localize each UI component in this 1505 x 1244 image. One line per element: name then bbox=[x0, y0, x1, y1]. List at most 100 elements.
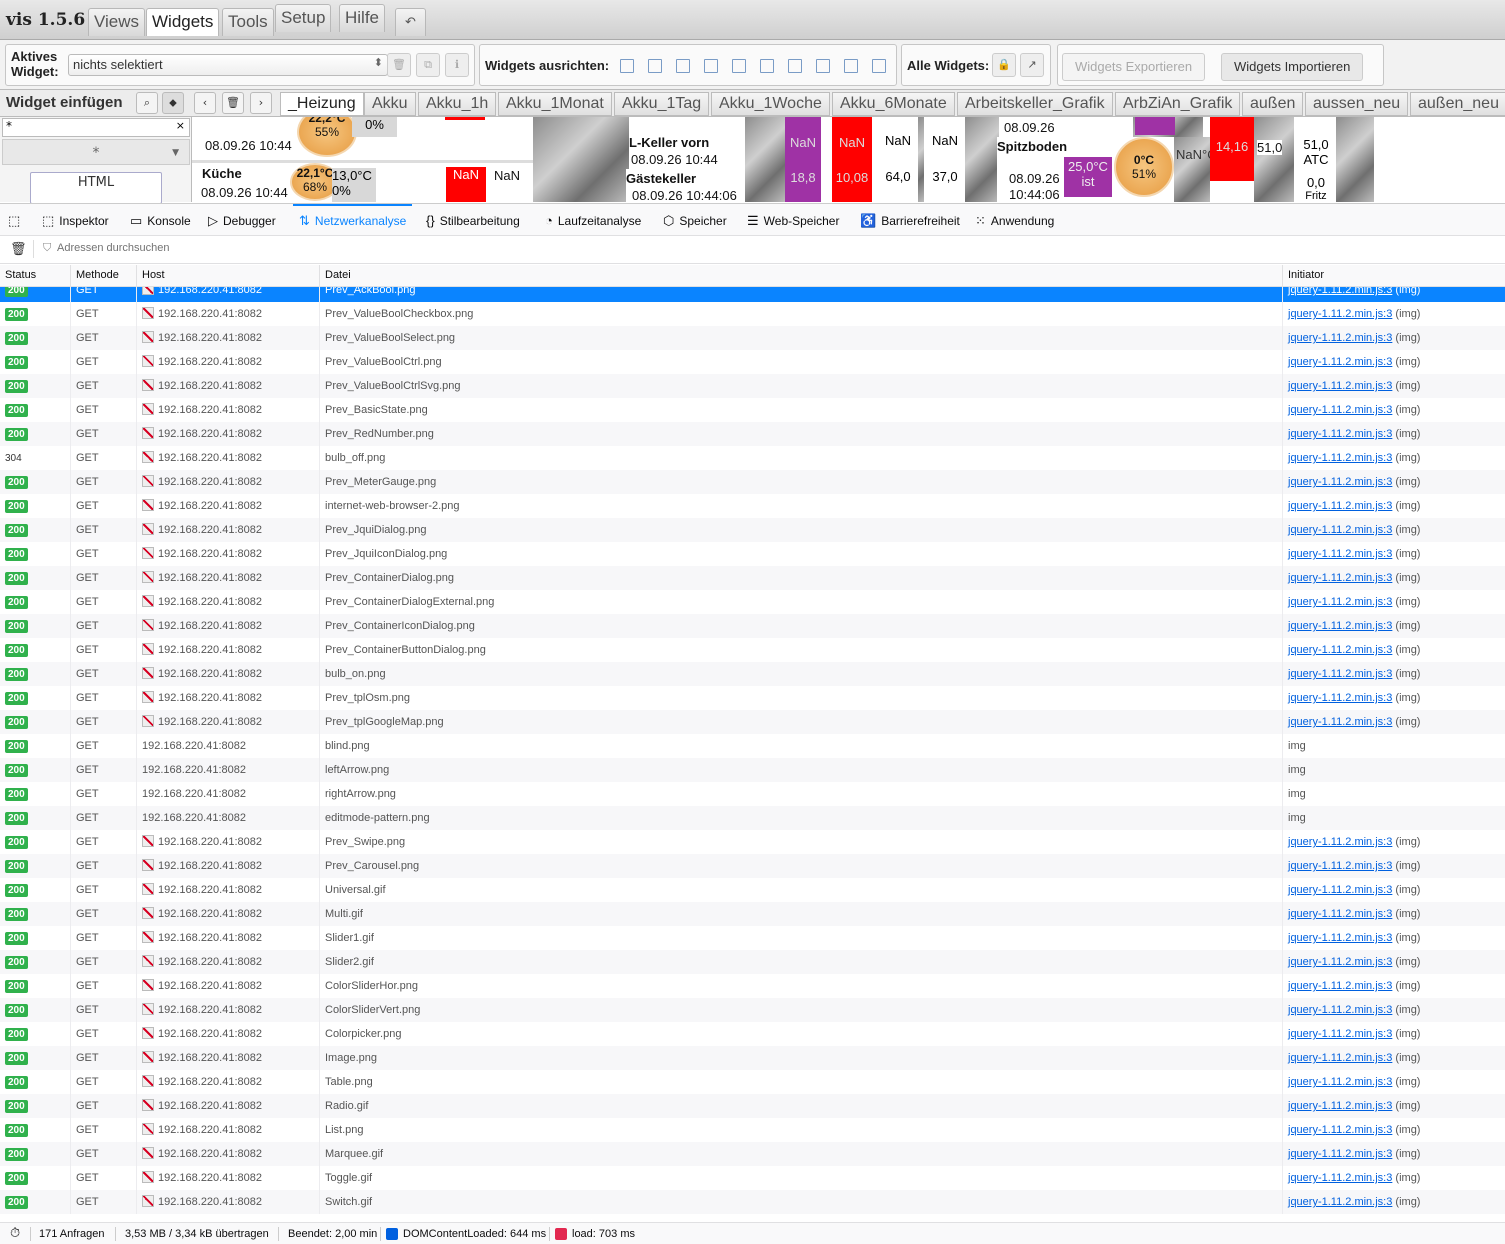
col-file[interactable]: Datei bbox=[325, 269, 351, 281]
initiator-link[interactable]: jquery-1.11.2.min.js:3 bbox=[1288, 356, 1392, 368]
request-row[interactable]: 200 GET 192.168.220.41:8082 Prev_Carousel.p… bbox=[0, 854, 1505, 878]
tab-inspektor[interactable]: ⬚ Inspektor bbox=[42, 204, 109, 236]
tab-debugger[interactable]: ▷ Debugger bbox=[208, 204, 276, 236]
initiator-link[interactable]: jquery-1.11.2.min.js:3 bbox=[1288, 452, 1392, 464]
initiator-link[interactable]: jquery-1.11.2.min.js:3 bbox=[1288, 1004, 1392, 1016]
request-row[interactable]: 200 GET 192.168.220.41:8082 Prev_ContainerD… bbox=[0, 566, 1505, 590]
request-row[interactable]: 200 GET 192.168.220.41:8082 Slider2.gif jque… bbox=[0, 950, 1505, 974]
initiator-link[interactable]: jquery-1.11.2.min.js:3 bbox=[1288, 908, 1392, 920]
trash-view-icon[interactable]: 🗑 bbox=[222, 92, 244, 114]
view-tab-arbeitskeller[interactable]: Arbeitskeller_Grafik bbox=[957, 92, 1113, 116]
view-tab-heizung[interactable]: _Heizung bbox=[280, 92, 364, 116]
initiator-link[interactable]: jquery-1.11.2.min.js:3 bbox=[1288, 620, 1392, 632]
clear-trash-icon[interactable]: 🗑 bbox=[10, 241, 27, 257]
initiator-link[interactable]: jquery-1.11.2.min.js:3 bbox=[1288, 692, 1392, 704]
align-top-icon[interactable] bbox=[676, 59, 690, 73]
url-filter-input[interactable]: Adressen durchsuchen bbox=[57, 242, 170, 254]
initiator-link[interactable]: jquery-1.11.2.min.js:3 bbox=[1288, 1172, 1392, 1184]
request-row[interactable]: 200 GET 192.168.220.41:8082 Prev_ValueBoolC… bbox=[0, 350, 1505, 374]
tab-stilbearbeitung[interactable]: {} Stilbearbeitung bbox=[426, 204, 520, 236]
col-status[interactable]: Status bbox=[5, 269, 36, 281]
request-row[interactable]: 200 GET 192.168.220.41:8082 Prev_ContainerB… bbox=[0, 638, 1505, 662]
search-icon[interactable]: ⌕ bbox=[136, 92, 158, 114]
tab-web-speicher[interactable]: ☰ Web-Speicher bbox=[747, 204, 839, 236]
view-tab-akku-1monat[interactable]: Akku_1Monat bbox=[498, 92, 612, 116]
tab-barrierefreiheit[interactable]: ♿ Barrierefreiheit bbox=[860, 204, 960, 236]
initiator-link[interactable]: jquery-1.11.2.min.js:3 bbox=[1288, 1124, 1392, 1136]
col-initiator[interactable]: Initiator bbox=[1288, 269, 1324, 281]
tab-laufzeitanalyse[interactable]: ◔ Laufzeitanalyse bbox=[545, 204, 641, 236]
view-tab-akku[interactable]: Akku bbox=[364, 92, 416, 116]
palette-widget-html[interactable]: HTML bbox=[30, 172, 162, 204]
menu-tab-views[interactable]: Views bbox=[88, 8, 146, 36]
request-row[interactable]: 200 GET 192.168.220.41:8082 Prev_tplGoogleM… bbox=[0, 710, 1505, 734]
initiator-link[interactable]: jquery-1.11.2.min.js:3 bbox=[1288, 524, 1392, 536]
tag-icon[interactable]: ⬥ bbox=[162, 92, 184, 114]
clear-icon[interactable]: × bbox=[176, 119, 185, 132]
request-row[interactable]: 200 GET 192.168.220.41:8082 Multi.gif jquery… bbox=[0, 902, 1505, 926]
request-row[interactable]: 200 GET 192.168.220.41:8082 Prev_JquiIconDi… bbox=[0, 542, 1505, 566]
request-row[interactable]: 200 GET 192.168.220.41:8082 Prev_BasicState… bbox=[0, 398, 1505, 422]
request-row[interactable]: 200 GET 192.168.220.41:8082 internet-web-br… bbox=[0, 494, 1505, 518]
import-widgets-button[interactable]: Widgets Importieren bbox=[1221, 53, 1364, 81]
view-tab-akku-1woche[interactable]: Akku_1Woche bbox=[711, 92, 830, 116]
distribute-v-icon[interactable] bbox=[816, 59, 830, 73]
view-tab-akku-6monate[interactable]: Akku_6Monate bbox=[832, 92, 955, 116]
tab-speicher[interactable]: ⬡ Speicher bbox=[663, 204, 727, 236]
palette-filter-input[interactable]: * × bbox=[2, 118, 190, 137]
view-canvas[interactable]: 22,2°C 55% 0% 08.09.26 10:44 Küche 08.09… bbox=[192, 117, 1505, 202]
initiator-link[interactable]: jquery-1.11.2.min.js:3 bbox=[1288, 1196, 1392, 1208]
initiator-link[interactable]: jquery-1.11.2.min.js:3 bbox=[1288, 332, 1392, 344]
request-row[interactable]: 200 GET 192.168.220.41:8082 Marquee.gif jque… bbox=[0, 1142, 1505, 1166]
menu-tab-widgets[interactable]: Widgets bbox=[146, 8, 220, 36]
initiator-link[interactable]: jquery-1.11.2.min.js:3 bbox=[1288, 644, 1392, 656]
initiator-link[interactable]: jquery-1.11.2.min.js:3 bbox=[1288, 836, 1392, 848]
view-tab-aussen-neu-2[interactable]: außen_neu bbox=[1410, 92, 1505, 116]
undo-button[interactable]: ↶ bbox=[395, 8, 426, 36]
request-row[interactable]: 200 GET 192.168.220.41:8082 Prev_RedNumber.… bbox=[0, 422, 1505, 446]
tab-konsole[interactable]: ▭ Konsole bbox=[130, 204, 191, 236]
stopwatch-icon[interactable]: ⏱ bbox=[10, 1225, 20, 1241]
request-row[interactable]: 200 GET 192.168.220.41:8082 Prev_ContainerI… bbox=[0, 614, 1505, 638]
request-row[interactable]: 200 GET 192.168.220.41:8082 Table.png jquery… bbox=[0, 1070, 1505, 1094]
request-row[interactable]: 200 GET 192.168.220.41:8082 ColorSliderHor.… bbox=[0, 974, 1505, 998]
request-row[interactable]: 200 GET 192.168.220.41:8082 bulb_on.png jque… bbox=[0, 662, 1505, 686]
request-row[interactable]: 200 GET 192.168.220.41:8082 rightArrow.png i… bbox=[0, 782, 1505, 806]
palette-set-select[interactable]: * ▼ bbox=[2, 139, 190, 165]
initiator-link[interactable]: jquery-1.11.2.min.js:3 bbox=[1288, 308, 1392, 320]
initiator-link[interactable]: jquery-1.11.2.min.js:3 bbox=[1288, 716, 1392, 728]
initiator-link[interactable]: jquery-1.11.2.min.js:3 bbox=[1288, 287, 1392, 296]
align-left-icon[interactable] bbox=[620, 59, 634, 73]
request-row[interactable]: 200 GET 192.168.220.41:8082 blind.png img bbox=[0, 734, 1505, 758]
view-tab-aussen-neu[interactable]: aussen_neu bbox=[1305, 92, 1409, 116]
request-row[interactable]: 200 GET 192.168.220.41:8082 Prev_Swipe.png j… bbox=[0, 830, 1505, 854]
active-widget-select[interactable]: nichts selektiert ⬍ bbox=[68, 54, 388, 76]
initiator-link[interactable]: jquery-1.11.2.min.js:3 bbox=[1288, 1100, 1392, 1112]
initiator-link[interactable]: jquery-1.11.2.min.js:3 bbox=[1288, 428, 1392, 440]
request-row[interactable]: 200 GET 192.168.220.41:8082 Prev_ValueBoolS… bbox=[0, 326, 1505, 350]
distribute-h-icon[interactable] bbox=[788, 59, 802, 73]
initiator-link[interactable]: jquery-1.11.2.min.js:3 bbox=[1288, 1052, 1392, 1064]
initiator-link[interactable]: jquery-1.11.2.min.js:3 bbox=[1288, 1028, 1392, 1040]
tab-anwendung[interactable]: ⁙ Anwendung bbox=[975, 204, 1054, 236]
same-width-icon[interactable] bbox=[844, 59, 858, 73]
view-tab-arbzian[interactable]: ArbZiAn_Grafik bbox=[1115, 92, 1241, 116]
element-picker-icon[interactable]: ⬚ bbox=[8, 204, 25, 236]
request-row[interactable]: 200 GET 192.168.220.41:8082 Prev_AckBool.pn… bbox=[0, 287, 1505, 302]
menu-tab-setup[interactable]: Setup bbox=[275, 4, 332, 32]
lock-icon[interactable]: 🔒 bbox=[992, 53, 1016, 77]
request-row[interactable]: 200 GET 192.168.220.41:8082 Prev_MeterGauge… bbox=[0, 470, 1505, 494]
export-widgets-button[interactable]: Widgets Exportieren bbox=[1062, 53, 1206, 81]
view-tab-aussen[interactable]: außen bbox=[1242, 92, 1304, 116]
align-right-icon[interactable] bbox=[648, 59, 662, 73]
initiator-link[interactable]: jquery-1.11.2.min.js:3 bbox=[1288, 548, 1392, 560]
col-host[interactable]: Host bbox=[142, 269, 165, 281]
request-row[interactable]: 200 GET 192.168.220.41:8082 Switch.gif jquer… bbox=[0, 1190, 1505, 1214]
initiator-link[interactable]: jquery-1.11.2.min.js:3 bbox=[1288, 404, 1392, 416]
initiator-link[interactable]: jquery-1.11.2.min.js:3 bbox=[1288, 884, 1392, 896]
same-height-icon[interactable] bbox=[872, 59, 886, 73]
menu-tab-tools[interactable]: Tools bbox=[222, 8, 274, 36]
tab-netzwerkanalyse[interactable]: ⇅ Netzwerkanalyse bbox=[293, 204, 413, 236]
menu-tab-hilfe[interactable]: Hilfe bbox=[339, 4, 386, 32]
initiator-link[interactable]: jquery-1.11.2.min.js:3 bbox=[1288, 1076, 1392, 1088]
